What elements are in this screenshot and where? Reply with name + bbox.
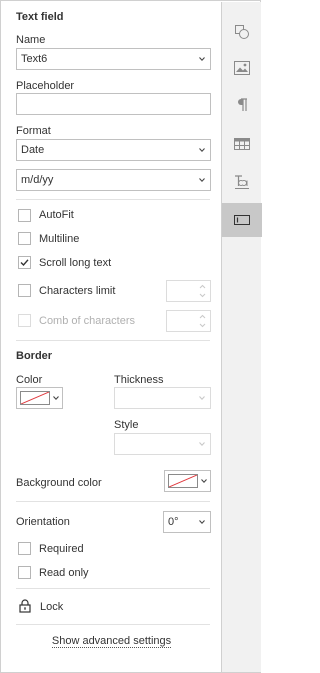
- date-pattern-value: m/d/yy: [21, 174, 54, 186]
- text-art-settings-button[interactable]: [222, 165, 262, 199]
- no-color-swatch: [168, 474, 198, 488]
- spinner-arrows-icon: [199, 314, 206, 328]
- chevron-down-icon: [199, 57, 205, 62]
- right-panel: Text field Name Text6 Placeholder Format…: [0, 0, 262, 673]
- form-settings-panel: Text field Name Text6 Placeholder Format…: [2, 2, 221, 672]
- border-color-picker[interactable]: [16, 387, 63, 409]
- format-value: Date: [21, 144, 45, 156]
- no-color-icon: [169, 475, 197, 487]
- lock-icon: [19, 599, 31, 613]
- paragraph-icon: [238, 98, 247, 111]
- panel-title: Text field: [16, 11, 64, 23]
- divider: [16, 340, 210, 341]
- format-label: Format: [16, 125, 51, 137]
- background-color-label: Background color: [16, 477, 102, 489]
- divider: [16, 199, 210, 200]
- show-advanced-settings-link[interactable]: Show advanced settings: [51, 635, 172, 648]
- autofit-label: AutoFit: [39, 209, 74, 221]
- form-field-icon: [234, 215, 250, 225]
- read-only-label: Read only: [39, 567, 89, 579]
- orientation-select[interactable]: 0°: [163, 511, 211, 533]
- advanced-settings-row: Show advanced settings: [2, 635, 221, 648]
- form-settings-button[interactable]: [222, 203, 262, 237]
- characters-limit-checkbox[interactable]: [18, 284, 31, 297]
- image-settings-button[interactable]: [222, 51, 262, 85]
- spinner-arrows-icon: [199, 284, 206, 298]
- chevron-down-icon: [199, 442, 205, 447]
- name-label: Name: [16, 34, 46, 46]
- checkmark-icon: [20, 259, 29, 267]
- no-color-swatch: [20, 391, 50, 405]
- chevron-down-icon: [53, 396, 59, 401]
- characters-limit-spinner[interactable]: [166, 280, 211, 302]
- divider: [16, 501, 210, 502]
- image-icon: [234, 61, 250, 75]
- thickness-select[interactable]: [114, 387, 211, 409]
- date-pattern-select[interactable]: m/d/yy: [16, 169, 211, 191]
- read-only-checkbox[interactable]: [18, 566, 31, 579]
- multiline-label: Multiline: [39, 233, 80, 245]
- chevron-down-icon: [199, 148, 205, 153]
- chevron-down-icon: [201, 479, 207, 484]
- shape-settings-button[interactable]: [222, 15, 262, 49]
- lock-label: Lock: [40, 601, 64, 613]
- orientation-label: Orientation: [16, 516, 70, 528]
- chevron-down-icon: [199, 520, 205, 525]
- scroll-long-text-checkbox[interactable]: [18, 256, 31, 269]
- thickness-label: Thickness: [114, 374, 164, 386]
- chevron-down-icon: [199, 178, 205, 183]
- format-select[interactable]: Date: [16, 139, 211, 161]
- multiline-checkbox[interactable]: [18, 232, 31, 245]
- orientation-value: 0°: [168, 516, 179, 528]
- background-color-picker[interactable]: [164, 470, 211, 492]
- chevron-down-icon: [199, 396, 205, 401]
- required-label: Required: [39, 543, 84, 555]
- autofit-checkbox[interactable]: [18, 209, 31, 222]
- text-art-icon: [235, 175, 249, 189]
- placeholder-label: Placeholder: [16, 80, 75, 92]
- name-select[interactable]: Text6: [16, 48, 211, 70]
- paragraph-settings-button[interactable]: [222, 88, 262, 122]
- border-style-select[interactable]: [114, 433, 211, 455]
- style-label: Style: [114, 419, 139, 431]
- right-menu: [221, 2, 262, 672]
- table-settings-button[interactable]: [222, 127, 262, 161]
- comb-of-characters-spinner[interactable]: [166, 310, 211, 332]
- characters-limit-label: Characters limit: [39, 285, 116, 297]
- name-value: Text6: [21, 53, 48, 65]
- scroll-long-text-label: Scroll long text: [39, 257, 112, 269]
- table-icon: [234, 138, 250, 150]
- border-color-label: Color: [16, 374, 43, 386]
- border-heading: Border: [16, 350, 53, 362]
- comb-of-characters-checkbox[interactable]: [18, 314, 31, 327]
- comb-of-characters-label: Comb of characters: [39, 315, 135, 327]
- divider: [16, 624, 210, 625]
- divider: [16, 588, 210, 589]
- no-color-icon: [21, 392, 49, 404]
- placeholder-input[interactable]: [16, 93, 211, 115]
- lock-button[interactable]: [19, 599, 33, 613]
- shape-icon: [235, 25, 249, 39]
- required-checkbox[interactable]: [18, 542, 31, 555]
